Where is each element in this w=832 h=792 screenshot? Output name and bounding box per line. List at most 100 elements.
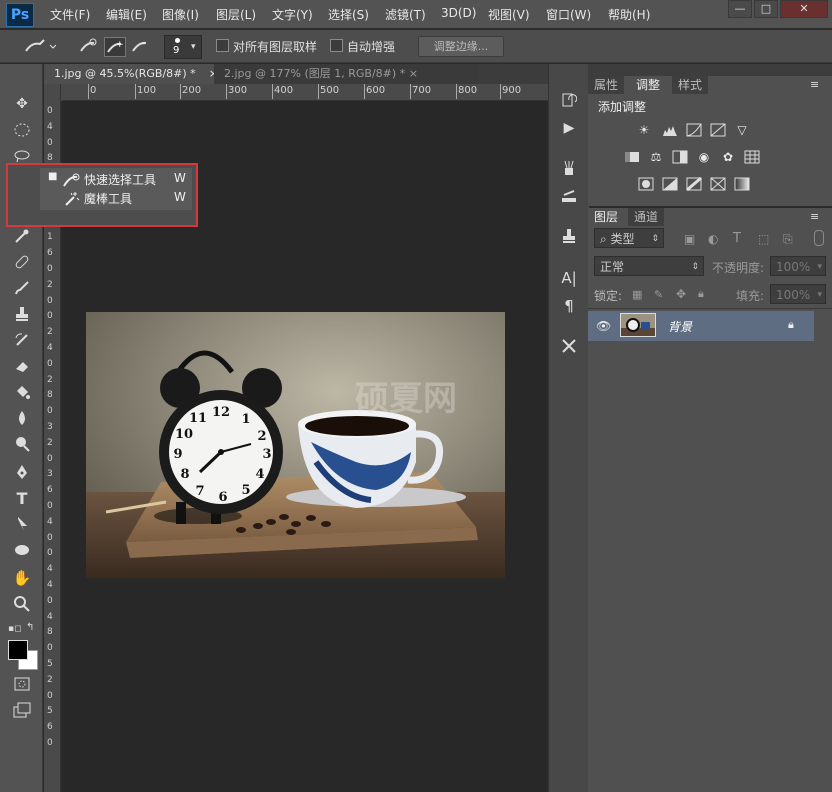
tab-properties[interactable]: 属性 — [588, 76, 625, 94]
screen-mode-icon[interactable] — [10, 700, 34, 720]
posterize-icon[interactable] — [662, 177, 678, 191]
opacity-field[interactable]: 100% ▾ — [770, 256, 826, 276]
paint-bucket-tool-icon[interactable] — [10, 382, 34, 402]
pen-tool-icon[interactable] — [10, 462, 34, 482]
character-panel-icon[interactable]: A| — [559, 268, 579, 288]
filter-type-icon[interactable]: T — [733, 231, 741, 246]
history-brush-tool-icon[interactable] — [10, 330, 34, 350]
add-to-selection-icon[interactable]: + — [104, 37, 126, 57]
menu-type[interactable]: 文字(Y) — [272, 6, 313, 23]
type-tool-icon[interactable]: T — [10, 488, 34, 508]
panel-menu-icon[interactable]: ≡ — [810, 78, 819, 91]
tab-layers[interactable]: 图层 — [588, 208, 625, 226]
document-image[interactable]: 12 1 2 3 4 5 6 7 8 9 10 11 硕夏网 — [86, 312, 505, 578]
filter-adjustment-icon[interactable]: ◐ — [708, 232, 718, 246]
hand-tool-icon[interactable]: ✋ — [10, 568, 34, 588]
fill-field[interactable]: 100% ▾ — [770, 284, 826, 304]
new-selection-icon[interactable] — [78, 37, 98, 55]
menu-help[interactable]: 帮助(H) — [608, 6, 650, 23]
filter-shape-icon[interactable]: ⬚ — [758, 232, 769, 246]
brightness-contrast-icon[interactable]: ☀ — [636, 123, 652, 137]
marquee-tool-icon[interactable] — [10, 120, 34, 140]
black-white-icon[interactable] — [672, 150, 688, 164]
path-selection-tool-icon[interactable] — [10, 514, 34, 534]
lock-image-icon[interactable]: ✎ — [654, 288, 663, 301]
history-panel-icon[interactable] — [559, 90, 579, 110]
actions-panel-icon[interactable]: ▶ — [559, 118, 579, 138]
blend-mode-select[interactable]: 正常 ⇕ — [594, 256, 704, 276]
subtract-from-selection-icon[interactable]: - — [130, 37, 150, 55]
gradient-map-icon[interactable] — [734, 177, 750, 191]
invert-icon[interactable] — [638, 177, 654, 191]
menu-window[interactable]: 窗口(W) — [546, 6, 591, 23]
vibrance-icon[interactable]: ▽ — [734, 123, 750, 137]
refine-edge-button[interactable]: 调整边缘... — [418, 36, 504, 57]
default-colors-icon[interactable]: ▪◻ — [8, 624, 22, 634]
eyedropper-tool-icon[interactable] — [10, 226, 34, 246]
tab-adjustments[interactable]: 调整 — [630, 76, 667, 94]
layer-kind-filter[interactable]: ⌕ 类型 ⇕ — [594, 228, 664, 248]
menu-file[interactable]: 文件(F) — [50, 6, 90, 23]
maximize-button[interactable]: □ — [754, 0, 778, 18]
minimize-button[interactable]: — — [728, 0, 752, 18]
brush-presets-icon[interactable] — [559, 158, 579, 178]
menu-view[interactable]: 视图(V) — [488, 6, 530, 23]
menu-edit[interactable]: 编辑(E) — [106, 6, 147, 23]
move-tool-icon[interactable]: ✥ — [10, 94, 34, 114]
healing-brush-tool-icon[interactable] — [10, 252, 34, 272]
flyout-item-quick-selection[interactable]: ■ 快速选择工具 W — [42, 171, 190, 189]
flyout-item-magic-wand[interactable]: 魔棒工具 W — [42, 190, 190, 208]
close-window-button[interactable]: ✕ — [780, 0, 828, 18]
color-lookup-icon[interactable] — [744, 150, 760, 164]
filter-smart-object-icon[interactable]: ⎘ — [783, 232, 793, 247]
levels-icon[interactable] — [662, 123, 678, 137]
auto-enhance-checkbox[interactable] — [330, 39, 343, 52]
blur-tool-icon[interactable] — [10, 408, 34, 428]
menu-3d[interactable]: 3D(D) — [441, 6, 476, 20]
menu-layer[interactable]: 图层(L) — [216, 6, 256, 23]
close-tab-icon[interactable]: × — [409, 64, 418, 84]
photo-filter-icon[interactable]: ◉ — [696, 150, 712, 164]
channel-mixer-icon[interactable]: ✿ — [720, 150, 736, 164]
brush-tool-icon[interactable] — [10, 278, 34, 298]
tab-styles[interactable]: 样式 — [672, 76, 709, 94]
tool-presets-icon[interactable] — [559, 336, 579, 356]
ellipse-tool-icon[interactable] — [10, 540, 34, 560]
dodge-tool-icon[interactable] — [10, 434, 34, 454]
clone-stamp-tool-icon[interactable] — [10, 304, 34, 324]
quick-mask-icon[interactable] — [10, 674, 34, 694]
filter-toggle-icon[interactable] — [814, 230, 824, 246]
ruler-label: 4 — [47, 564, 53, 575]
lock-all-icon[interactable]: 🔒︎ — [698, 287, 704, 301]
swap-colors-icon[interactable]: ↰ — [26, 622, 34, 633]
filter-pixel-icon[interactable]: ▣ — [684, 232, 695, 246]
brush-size-picker[interactable]: 9 ▾ — [164, 35, 202, 59]
menu-filter[interactable]: 滤镜(T) — [385, 6, 426, 23]
tab-document-1[interactable]: 1.jpg @ 45.5%(RGB/8#) *× — [44, 64, 222, 84]
eraser-tool-icon[interactable] — [10, 356, 34, 376]
exposure-icon[interactable] — [710, 123, 726, 137]
paragraph-panel-icon[interactable]: ¶ — [559, 296, 579, 316]
brush-panel-icon[interactable] — [559, 186, 579, 206]
layer-row-background[interactable]: 👁︎ 背景 🔒︎ — [588, 311, 814, 341]
tool-preset-picker-icon[interactable] — [24, 38, 56, 54]
eye-icon[interactable]: 👁︎ — [596, 319, 611, 333]
tab-channels[interactable]: 通道 — [628, 208, 665, 226]
tab-document-2[interactable]: 2.jpg @ 177% (图层 1, RGB/8#) * × — [214, 64, 478, 84]
zoom-tool-icon[interactable] — [10, 594, 34, 614]
curves-icon[interactable] — [686, 123, 702, 137]
menu-image[interactable]: 图像(I) — [162, 6, 199, 23]
sample-all-layers-checkbox[interactable] — [216, 39, 229, 52]
foreground-color-swatch[interactable] — [8, 640, 28, 660]
hue-saturation-icon[interactable] — [624, 150, 640, 164]
ruler-tick — [180, 84, 181, 99]
color-balance-icon[interactable]: ⚖ — [648, 150, 664, 164]
lock-transparent-icon[interactable]: ▦ — [632, 288, 642, 301]
threshold-icon[interactable] — [686, 177, 702, 191]
horizontal-ruler[interactable]: 0 100 200 300 400 500 600 700 800 900 — [62, 84, 548, 101]
menu-select[interactable]: 选择(S) — [328, 6, 369, 23]
selective-color-icon[interactable] — [710, 177, 726, 191]
clone-source-icon[interactable] — [559, 226, 579, 246]
panel-menu-icon[interactable]: ≡ — [810, 210, 819, 223]
lock-position-icon[interactable]: ✥ — [676, 287, 686, 301]
